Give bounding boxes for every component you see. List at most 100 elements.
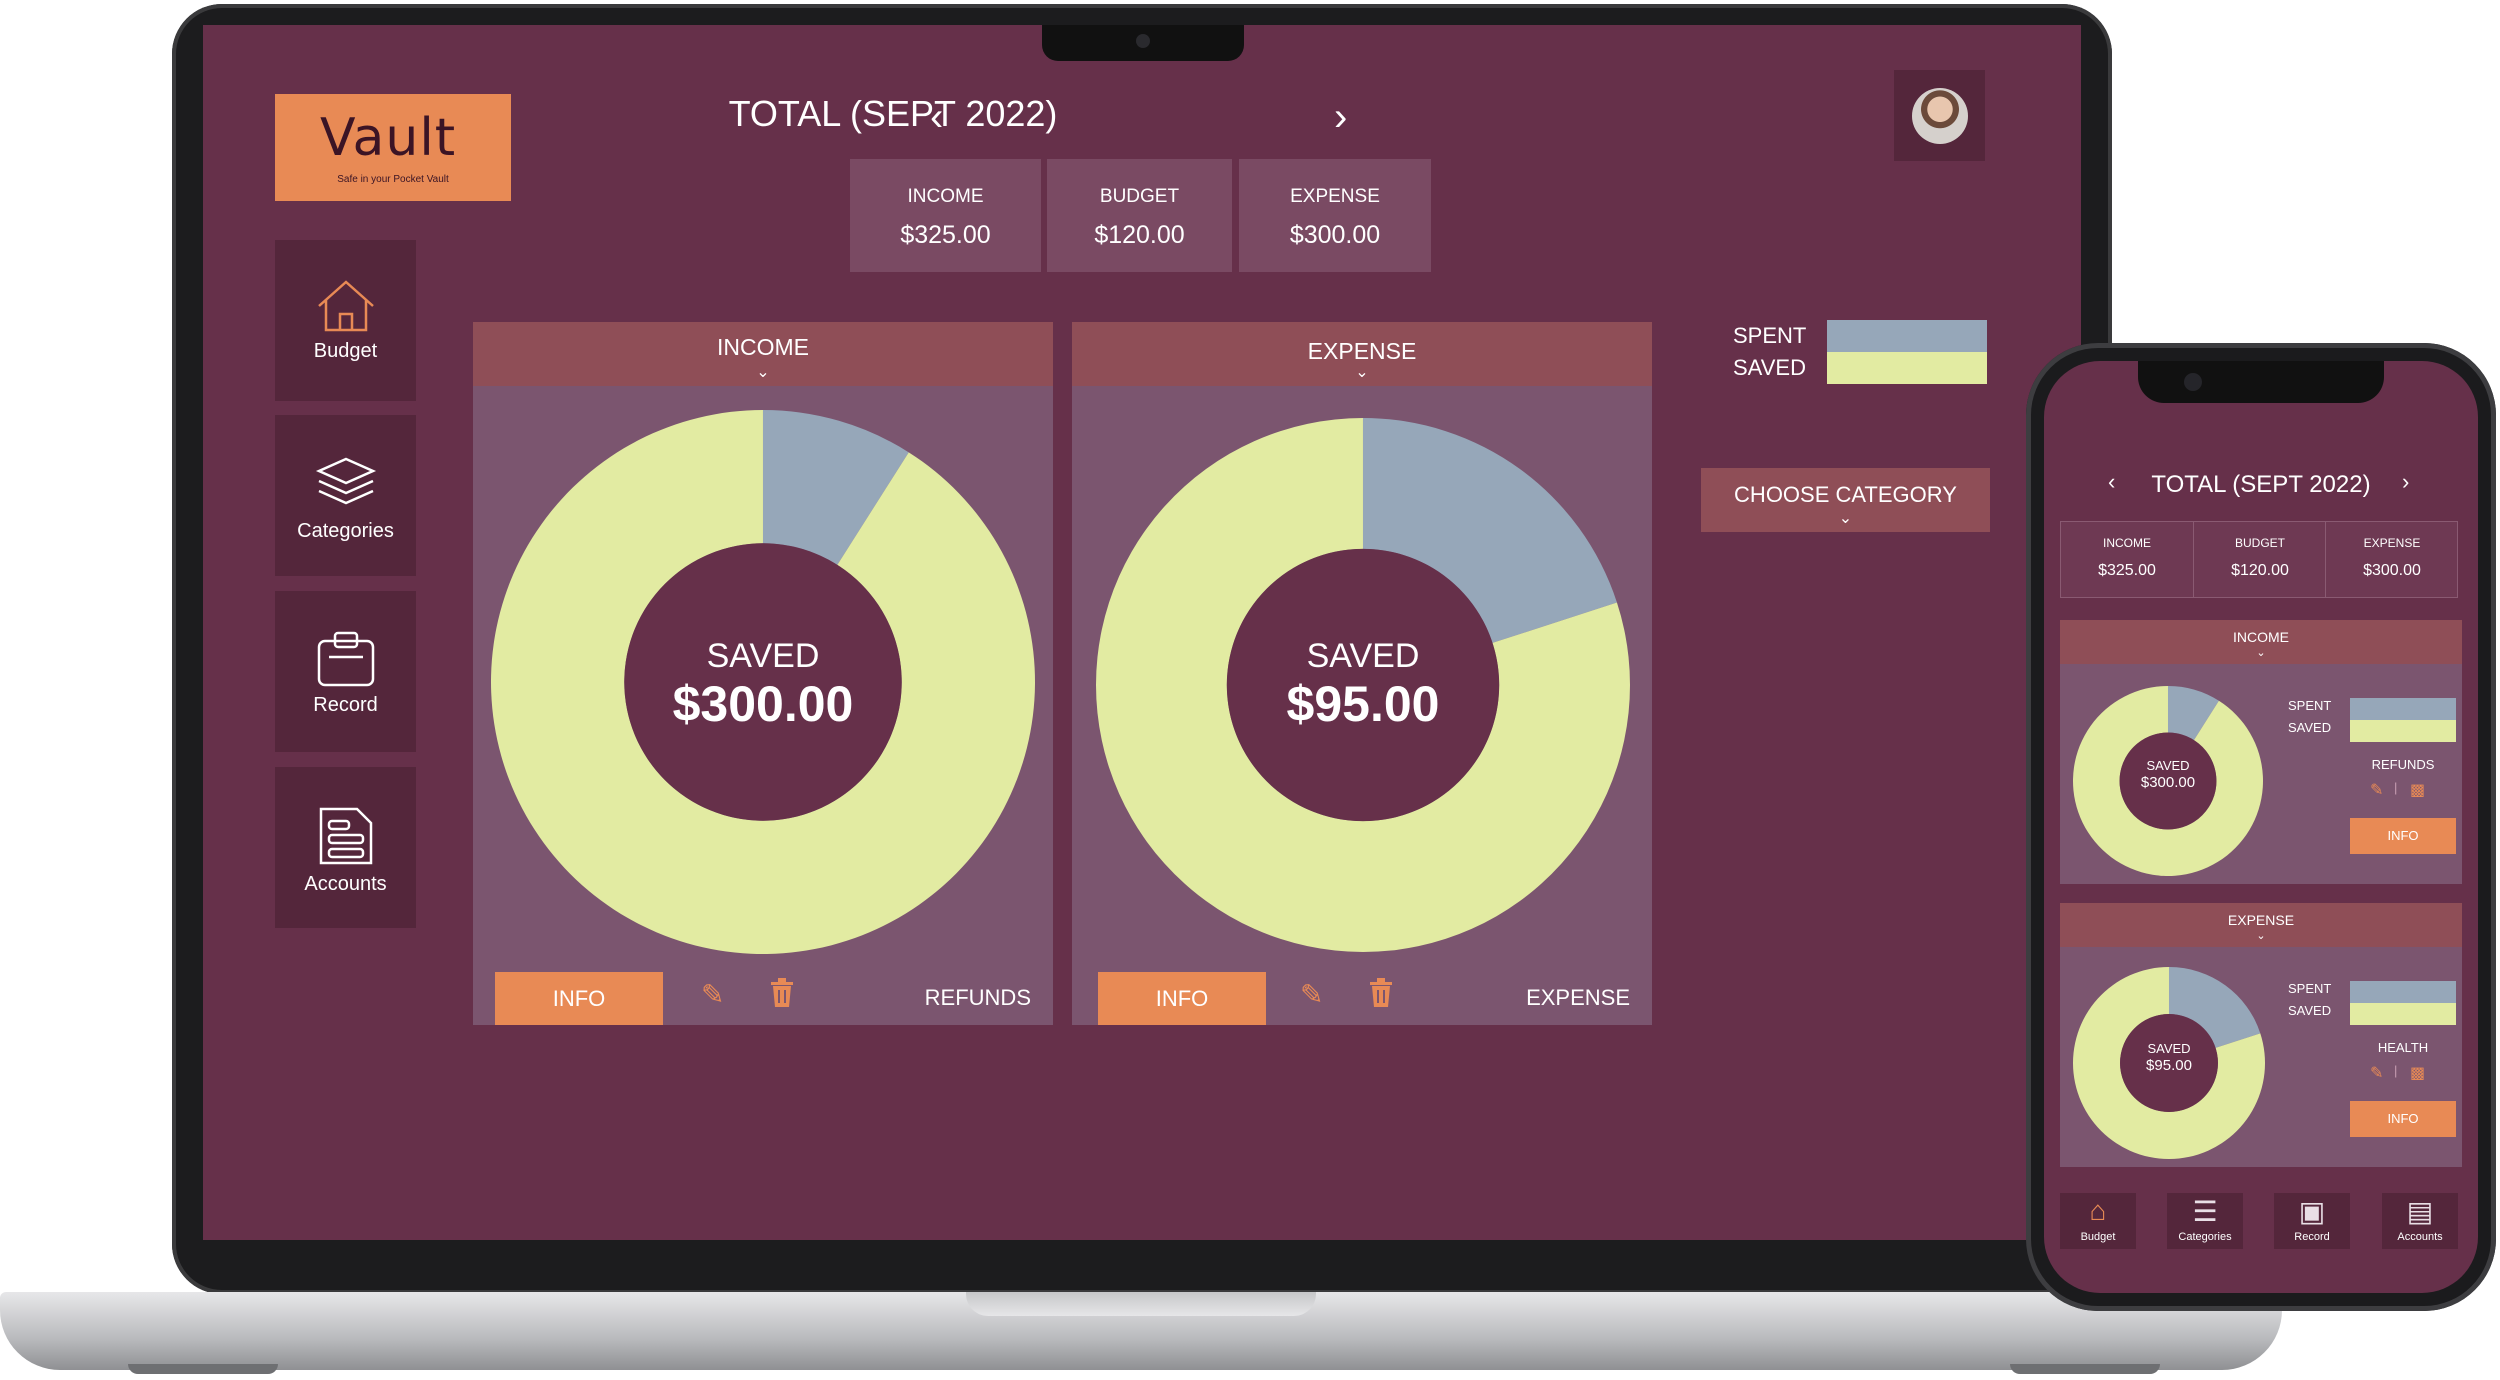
choose-category-button[interactable]: CHOOSE CATEGORY ⌄ [1701, 468, 1990, 532]
trash-icon[interactable]: ▩ [2410, 1063, 2425, 1083]
camera-icon [1136, 34, 1150, 48]
page-title: TOTAL (SEPT 2022) [728, 93, 1058, 134]
tab-label: Accounts [2397, 1231, 2443, 1243]
next-month-icon[interactable]: › [1334, 95, 1347, 140]
pencil-icon[interactable]: ✎ [701, 978, 724, 1011]
avatar [1912, 88, 1968, 144]
sidebar-item-accounts[interactable]: Accounts [275, 767, 416, 928]
sidebar-item-label: Accounts [304, 873, 387, 895]
phone-stat-budget: BUDGET $120.00 [2193, 522, 2326, 597]
info-button[interactable]: INFO [495, 972, 663, 1025]
document-icon [275, 805, 416, 872]
stat-label: INCOME [2103, 536, 2151, 550]
laptop-foot [128, 1364, 278, 1374]
phone-page-title: TOTAL (SEPT 2022) [2151, 471, 2371, 498]
legend-saved-label: SAVED [2288, 720, 2332, 735]
info-button[interactable]: INFO [2350, 1101, 2456, 1137]
clipboard-icon [275, 629, 416, 694]
legend-spent-label: SPENT [1733, 323, 1807, 348]
phone-income-card: INCOME ⌄ SAVED $300.00 SPENT SAVED REFUN… [2060, 620, 2462, 884]
phone-screen: ‹ TOTAL (SEPT 2022) › INCOME $325.00 BUD… [2044, 361, 2478, 1293]
stat-value: $120.00 [2231, 562, 2289, 579]
stat-value: $300.00 [2363, 562, 2421, 579]
stat-label: EXPENSE [2363, 536, 2421, 550]
document-icon: ▤ [2406, 1196, 2434, 1227]
laptop-screen: Vault Safe in your Pocket Vault ‹ TOTAL … [203, 25, 2081, 1240]
category-label: REFUNDS [2371, 757, 2435, 772]
pencil-icon[interactable]: ✎ [2370, 780, 2383, 800]
phone-notch [2138, 361, 2384, 403]
profile-button[interactable] [1894, 70, 1985, 161]
legend-saved-label: SAVED [2288, 1003, 2332, 1018]
legend-spent-swatch [1827, 320, 1987, 352]
home-icon [275, 278, 416, 339]
pencil-icon[interactable]: ✎ [2370, 1063, 2383, 1083]
stat-label: EXPENSE [1290, 186, 1380, 207]
clipboard-icon: ▣ [2298, 1196, 2326, 1227]
sidebar-item-record[interactable]: Record [275, 591, 416, 752]
trash-icon[interactable] [1368, 978, 1394, 1015]
expense-card: EXPENSE ⌄ SAVED $95.00 INFO ✎ EXPENSE [1072, 322, 1652, 1025]
chevron-down-icon: ⌄ [1838, 510, 1853, 527]
category-label: REFUNDS [924, 985, 1031, 1010]
laptop-notch [1042, 25, 1244, 61]
tab-label: Categories [2178, 1231, 2232, 1243]
center-value: $95.00 [2146, 1057, 2192, 1074]
layers-icon: ☰ [2192, 1196, 2218, 1227]
sidebar-item-label: Record [313, 694, 378, 716]
legend-spent-swatch [2350, 698, 2456, 720]
divider: | [2394, 1063, 2398, 1078]
stat-label: BUDGET [2234, 536, 2285, 550]
stat-label: BUDGET [1099, 186, 1180, 207]
phone-tab-categories[interactable]: ☰ Categories [2167, 1193, 2243, 1249]
category-label: EXPENSE [1526, 985, 1630, 1010]
home-icon: ⌂ [2089, 1195, 2107, 1226]
laptop-lip [966, 1292, 1316, 1316]
stat-budget: BUDGET $120.00 [1047, 159, 1232, 272]
logo-title: Vault [320, 108, 457, 168]
sidebar-item-categories[interactable]: Categories [275, 415, 416, 576]
vault-logo[interactable]: Vault Safe in your Pocket Vault [275, 94, 511, 201]
logo-subtitle: Safe in your Pocket Vault [337, 174, 449, 185]
category-label: HEALTH [2377, 1040, 2429, 1055]
phone-stat-expense: EXPENSE $300.00 [2325, 522, 2458, 597]
stat-value: $300.00 [1289, 221, 1381, 249]
trash-icon[interactable]: ▩ [2410, 780, 2425, 800]
card-title: INCOME [2233, 629, 2289, 645]
phone-card-header[interactable]: EXPENSE ⌄ [2060, 903, 2462, 947]
chevron-down-icon: ⌄ [1355, 364, 1369, 381]
choose-category-label: CHOOSE CATEGORY [1734, 482, 1957, 507]
phone-next-icon[interactable]: › [2402, 469, 2409, 495]
legend-saved-swatch [2350, 720, 2456, 742]
sidebar-item-budget[interactable]: Budget [275, 240, 416, 401]
expense-card-header[interactable]: EXPENSE ⌄ [1072, 322, 1652, 386]
layers-icon [275, 455, 416, 518]
card-title: EXPENSE [1307, 338, 1417, 364]
camera-icon [2184, 373, 2202, 391]
phone-stats: INCOME $325.00 BUDGET $120.00 EXPENSE $3… [2060, 521, 2458, 598]
sidebar-item-label: Categories [297, 520, 394, 542]
trash-icon[interactable] [769, 978, 795, 1015]
phone-expense-card: EXPENSE ⌄ SAVED $95.00 SPENT SAVED HEALT… [2060, 903, 2462, 1167]
card-title: EXPENSE [2227, 912, 2295, 928]
card-title: INCOME [717, 334, 809, 360]
stat-label: INCOME [907, 186, 984, 207]
pencil-icon[interactable]: ✎ [1300, 978, 1323, 1011]
phone-stat-income: INCOME $325.00 [2061, 522, 2193, 597]
center-label: SAVED [2146, 758, 2190, 773]
info-button[interactable]: INFO [1098, 972, 1266, 1025]
legend-saved-swatch [2350, 1003, 2456, 1025]
income-card-header[interactable]: INCOME ⌄ [473, 322, 1053, 386]
info-button[interactable]: INFO [2350, 818, 2456, 854]
phone-tab-record[interactable]: ▣ Record [2274, 1193, 2350, 1249]
phone-tab-budget[interactable]: ⌂ Budget [2060, 1193, 2136, 1249]
divider: | [2394, 780, 2398, 795]
center-label: SAVED [2147, 1041, 2191, 1056]
center-value: $300.00 [672, 676, 854, 732]
phone-card-header[interactable]: INCOME ⌄ [2060, 620, 2462, 664]
laptop-foot [2010, 1364, 2160, 1374]
chevron-down-icon: ⌄ [2256, 930, 2266, 942]
stat-value: $325.00 [2098, 562, 2156, 579]
tab-label: Record [2294, 1231, 2330, 1243]
phone-tab-accounts[interactable]: ▤ Accounts [2382, 1193, 2458, 1249]
